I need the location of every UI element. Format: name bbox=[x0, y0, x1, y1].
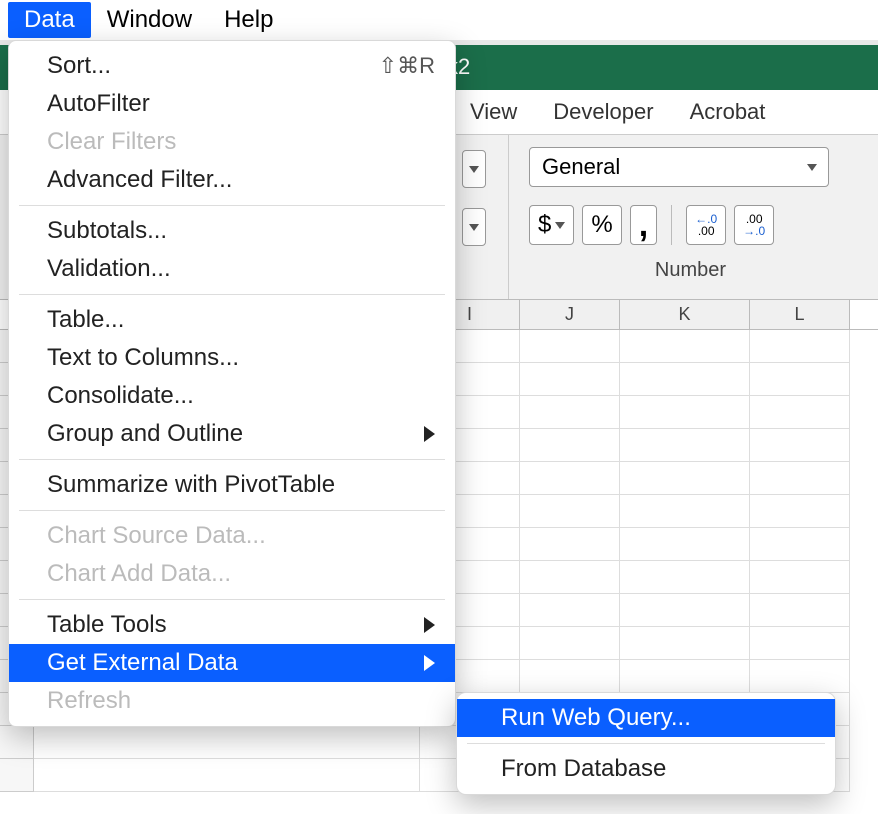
menu-item-advanced-filter[interactable]: Advanced Filter... bbox=[9, 161, 455, 199]
comma-icon: , bbox=[639, 220, 648, 230]
col-header-j[interactable]: J bbox=[520, 300, 620, 329]
menu-help[interactable]: Help bbox=[208, 2, 289, 38]
submenu-arrow-icon bbox=[424, 655, 435, 671]
menu-label: Table Tools bbox=[47, 611, 167, 639]
tab-view[interactable]: View bbox=[470, 99, 517, 125]
menu-separator bbox=[467, 743, 825, 744]
menu-item-chart-source: Chart Source Data... bbox=[9, 517, 455, 555]
group-label-number: Number bbox=[529, 259, 852, 282]
menu-label: Clear Filters bbox=[47, 128, 176, 156]
menu-label: AutoFilter bbox=[47, 90, 150, 118]
menu-item-group-outline[interactable]: Group and Outline bbox=[9, 415, 455, 453]
menu-label: Chart Source Data... bbox=[47, 522, 266, 550]
menu-label: Refresh bbox=[47, 687, 131, 715]
menu-separator bbox=[19, 294, 445, 295]
menu-separator bbox=[19, 205, 445, 206]
menu-item-refresh: Refresh bbox=[9, 682, 455, 720]
menu-item-pivottable[interactable]: Summarize with PivotTable bbox=[9, 466, 455, 504]
menu-label: Summarize with PivotTable bbox=[47, 471, 335, 499]
number-group: General $ % , ←.0 .00 bbox=[508, 135, 868, 299]
comma-button[interactable]: , bbox=[630, 205, 657, 245]
data-menu: Sort... ⇧⌘R AutoFilter Clear Filters Adv… bbox=[8, 40, 456, 727]
menu-label: Chart Add Data... bbox=[47, 560, 231, 588]
menu-label: Sort... bbox=[47, 52, 111, 80]
menu-item-subtotals[interactable]: Subtotals... bbox=[9, 212, 455, 250]
menu-item-table[interactable]: Table... bbox=[9, 301, 455, 339]
submenu-arrow-icon bbox=[424, 617, 435, 633]
menu-item-validation[interactable]: Validation... bbox=[9, 250, 455, 288]
menu-separator bbox=[19, 599, 445, 600]
number-format-value: General bbox=[542, 154, 620, 180]
menu-item-consolidate[interactable]: Consolidate... bbox=[9, 377, 455, 415]
menu-separator bbox=[19, 459, 445, 460]
menu-item-table-tools[interactable]: Table Tools bbox=[9, 606, 455, 644]
submenu-arrow-icon bbox=[424, 426, 435, 442]
percent-button[interactable]: % bbox=[582, 205, 621, 245]
currency-button[interactable]: $ bbox=[529, 205, 574, 245]
menu-label: From Database bbox=[501, 755, 666, 783]
col-header-k[interactable]: K bbox=[620, 300, 750, 329]
increase-decimal-button[interactable]: .00 →.0 bbox=[734, 205, 774, 245]
dollar-icon: $ bbox=[538, 211, 551, 239]
dropdown-stub-2[interactable] bbox=[462, 208, 486, 246]
menu-item-get-external-data[interactable]: Get External Data bbox=[9, 644, 455, 682]
menu-label: Group and Outline bbox=[47, 420, 243, 448]
decrease-decimal-icon: ←.0 .00 bbox=[695, 213, 717, 237]
menu-data[interactable]: Data bbox=[8, 2, 91, 38]
menu-item-text-to-columns[interactable]: Text to Columns... bbox=[9, 339, 455, 377]
menu-label: Consolidate... bbox=[47, 382, 194, 410]
menu-item-sort[interactable]: Sort... ⇧⌘R bbox=[9, 47, 455, 85]
get-external-data-submenu: Run Web Query... From Database bbox=[456, 692, 836, 795]
chevron-down-icon bbox=[469, 224, 479, 231]
separator bbox=[671, 205, 672, 245]
chevron-down-icon bbox=[807, 164, 817, 171]
menu-label: Run Web Query... bbox=[501, 704, 691, 732]
menu-label: Advanced Filter... bbox=[47, 166, 232, 194]
tab-acrobat[interactable]: Acrobat bbox=[690, 99, 766, 125]
menu-item-chart-add: Chart Add Data... bbox=[9, 555, 455, 593]
menu-label: Get External Data bbox=[47, 649, 238, 677]
chevron-down-icon bbox=[469, 166, 479, 173]
menu-label: Text to Columns... bbox=[47, 344, 239, 372]
tab-developer[interactable]: Developer bbox=[553, 99, 653, 125]
menu-window[interactable]: Window bbox=[91, 2, 208, 38]
menu-separator bbox=[19, 510, 445, 511]
percent-icon: % bbox=[591, 211, 612, 239]
menu-item-clear-filters: Clear Filters bbox=[9, 123, 455, 161]
submenu-item-from-database[interactable]: From Database bbox=[457, 750, 835, 788]
number-buttons: $ % , ←.0 .00 .00 bbox=[529, 205, 852, 245]
menu-label: Subtotals... bbox=[47, 217, 167, 245]
dropdown-stub-1[interactable] bbox=[462, 150, 486, 188]
number-format-select[interactable]: General bbox=[529, 147, 829, 187]
col-header-l[interactable]: L bbox=[750, 300, 850, 329]
submenu-item-run-web-query[interactable]: Run Web Query... bbox=[457, 699, 835, 737]
menu-label: Table... bbox=[47, 306, 124, 334]
chevron-down-icon bbox=[555, 222, 565, 229]
decrease-decimal-button[interactable]: ←.0 .00 bbox=[686, 205, 726, 245]
shortcut: ⇧⌘R bbox=[379, 53, 435, 79]
menu-item-autofilter[interactable]: AutoFilter bbox=[9, 85, 455, 123]
increase-decimal-icon: .00 →.0 bbox=[743, 213, 765, 237]
menu-label: Validation... bbox=[47, 255, 171, 283]
menubar: Data Window Help bbox=[0, 0, 878, 40]
